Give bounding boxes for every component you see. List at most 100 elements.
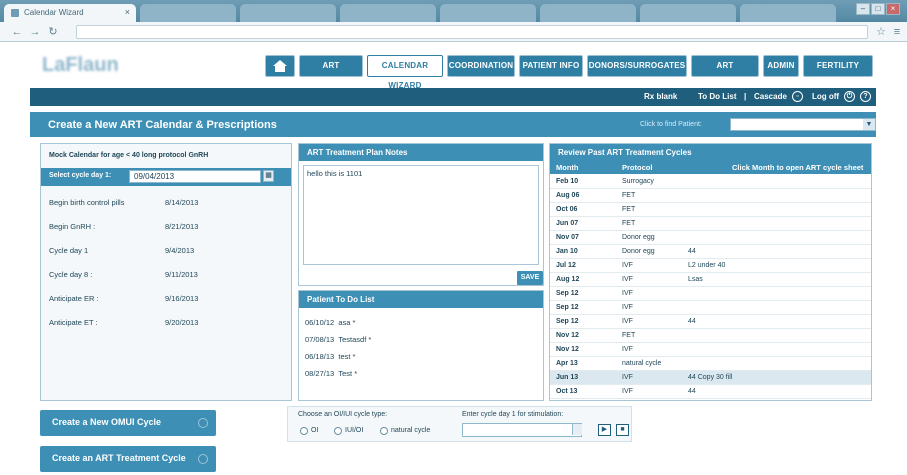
review-row[interactable]: Nov 12 IVF [550,343,871,357]
review-month[interactable]: Aug 06 [556,192,579,199]
maximize-icon[interactable]: □ [871,3,885,15]
nav-patient-info[interactable]: PATIENT INFO [519,55,583,77]
create-omui-cycle-button[interactable]: Create a New OMUI Cycle [40,410,216,436]
stop-icon[interactable]: ■ [616,424,629,436]
review-month[interactable]: Sep 12 [556,290,579,297]
menu-icon[interactable]: ≡ [890,25,904,39]
review-row[interactable]: Oct 06 FET [550,203,871,217]
review-month[interactable]: Nov 07 [556,234,579,241]
todo-item[interactable]: 06/18/13 test * [305,352,355,361]
help-icon[interactable]: ? [860,91,871,102]
review-row[interactable]: Aug 12 IVF Lsas [550,273,871,287]
home-button[interactable] [265,55,295,77]
review-month[interactable]: Feb 10 [556,178,578,185]
review-row[interactable]: Jun 13 IVF 44 Copy 30 fill [550,371,871,385]
stim-date-input[interactable] [462,423,582,437]
review-month[interactable]: Nov 12 [556,332,579,339]
radio-natural-cycle[interactable] [380,427,388,435]
browser-tab-active[interactable]: Calendar Wizard × [4,4,136,22]
todo-item[interactable]: 06/10/12 asa * [305,318,355,327]
nav-donors-surrogates[interactable]: DONORS/SURROGATES [587,55,687,77]
browser-tab[interactable] [640,4,736,22]
review-protocol: natural cycle [622,360,662,367]
review-month[interactable]: Oct 13 [556,388,577,395]
browser-tab[interactable] [340,4,436,22]
browser-tab[interactable] [740,4,836,22]
save-notes-button[interactable]: SAVE [517,271,543,285]
nav-art-protocols[interactable]: ART PROTOCOLS [691,55,759,90]
review-row[interactable]: Jan 10 Donor egg 44 [550,245,871,259]
play-icon[interactable]: ▶ [598,424,611,436]
review-protocol: IVF [622,262,633,269]
todo-item[interactable]: 08/27/13 Test * [305,369,357,378]
close-window-icon[interactable]: × [886,3,900,15]
review-row[interactable]: Nov 12 FET [550,329,871,343]
tab-title: Calendar Wizard [24,8,84,17]
nav-admin[interactable]: ADMIN [763,55,799,77]
review-row[interactable]: Sep 12 IVF 44 [550,315,871,329]
review-month[interactable]: Sep 12 [556,318,579,325]
forward-icon[interactable]: → [28,25,42,39]
back-icon[interactable]: ← [10,25,24,39]
cascade-window-icon[interactable]: ▫ [792,91,803,102]
review-row[interactable]: Apr 13 natural cycle [550,357,871,371]
review-protocol: Surrogacy [622,178,654,185]
review-month[interactable]: Jul 12 [556,262,576,269]
mock-row-value: 9/16/2013 [165,294,199,303]
todo-date: 06/18/13 [305,352,335,361]
log-off-link[interactable]: Log off [812,92,839,101]
review-month[interactable]: Jun 07 [556,220,578,227]
review-month[interactable]: Jun 13 [556,374,578,381]
review-row[interactable]: Oct 13 IVF 44 [550,385,871,399]
review-protocol: FET [622,332,636,339]
review-note: 44 Copy 30 fill [688,374,733,381]
nav-fertility-chart[interactable]: FERTILITY CHART [803,55,873,90]
create-art-cycle-button[interactable]: Create an ART Treatment Cycle [40,446,216,472]
nav-coordination[interactable]: COORDINATION [447,55,515,77]
minimize-icon[interactable]: – [856,3,870,15]
review-row[interactable]: Jun 07 FET [550,217,871,231]
review-note: 44 [688,388,696,395]
review-month[interactable]: Nov 12 [556,346,579,353]
find-patient-select[interactable]: ▼ [730,118,876,131]
radio-iui-oi[interactable] [334,427,342,435]
review-row[interactable]: Sep 12 IVF [550,287,871,301]
close-tab-icon[interactable]: × [125,7,130,17]
home-icon [273,60,287,72]
nav-calendar-wizard[interactable]: CALENDAR WIZARD [367,55,443,90]
review-month[interactable]: Jan 10 [556,248,578,255]
review-month[interactable]: Sep 12 [556,304,579,311]
calendar-icon[interactable] [572,424,582,435]
review-month[interactable]: Aug 12 [556,276,579,283]
review-row[interactable]: Aug 06 FET [550,189,871,203]
browser-tab[interactable] [540,4,636,22]
power-icon[interactable]: ⏻ [844,91,855,102]
browser-tab[interactable] [440,4,536,22]
utility-toolbar: Rx blank To Do List | Cascade ▫ Log off … [30,88,876,106]
cycle-day-input[interactable]: 09/04/2013 [129,170,261,183]
review-row[interactable]: Nov 07 Donor egg [550,231,871,245]
review-protocol: IVF [622,388,633,395]
rx-blank-link[interactable]: Rx blank [644,92,677,101]
address-bar[interactable] [76,25,868,39]
review-month[interactable]: Apr 13 [556,360,578,367]
review-row[interactable]: Feb 10 Surrogacy [550,175,871,189]
calendar-icon[interactable]: ▦ [263,170,274,182]
chevron-down-icon[interactable]: ▼ [863,119,875,130]
review-month[interactable]: Oct 06 [556,206,577,213]
browser-tab[interactable] [140,4,236,22]
todo-item[interactable]: 07/08/13 Testasdf * [305,335,371,344]
cascade-link[interactable]: Cascade [754,92,787,101]
browser-tab[interactable] [240,4,336,22]
review-protocol: IVF [622,374,633,381]
mock-calendar-label: Mock Calendar for age < 40 long protocol… [49,152,209,159]
review-row[interactable]: Sep 12 IVF [550,301,871,315]
notes-textarea[interactable]: hello this is 1101 [303,165,539,265]
reload-icon[interactable]: ↻ [46,25,60,39]
to-do-list-link[interactable]: To Do List [698,92,737,101]
review-note: L2 under 40 [688,262,726,269]
nav-art-schedule[interactable]: ART SCHEDULE [299,55,363,90]
radio-oi[interactable] [300,427,308,435]
review-row[interactable]: Jul 12 IVF L2 under 40 [550,259,871,273]
bookmark-star-icon[interactable]: ☆ [874,25,888,39]
